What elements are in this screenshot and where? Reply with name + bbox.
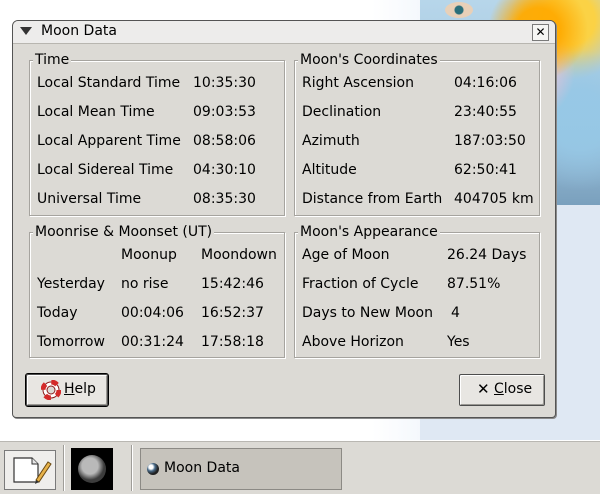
appearance-value: Yes bbox=[447, 334, 470, 350]
column-header-moondown: Moondown bbox=[201, 247, 277, 263]
notepad-pencil-icon bbox=[13, 457, 52, 484]
time-legend: Time bbox=[33, 52, 72, 68]
wallpaper-eye bbox=[445, 2, 473, 18]
help-button[interactable]: Help bbox=[25, 373, 109, 407]
window-title: Moon Data bbox=[41, 23, 117, 39]
coord-value: 04:16:06 bbox=[454, 75, 517, 91]
time-label: Local Sidereal Time bbox=[37, 162, 174, 178]
coord-label: Right Ascension bbox=[302, 75, 414, 91]
moondown-value: 16:52:37 bbox=[201, 305, 264, 321]
day-label: Yesterday bbox=[37, 276, 105, 292]
time-label: Local Mean Time bbox=[37, 104, 155, 120]
coordinates-legend: Moon's Coordinates bbox=[298, 52, 440, 68]
appearance-group: Moon's Appearance Age of Moon 26.24 Days… bbox=[294, 224, 540, 358]
x-icon: ✕ bbox=[477, 380, 490, 398]
time-value: 09:03:53 bbox=[193, 104, 256, 120]
moon-phase-icon bbox=[78, 455, 106, 483]
close-label-rest: lose bbox=[503, 381, 533, 397]
appearance-label: Days to New Moon bbox=[302, 305, 433, 321]
moonup-value: 00:31:24 bbox=[121, 334, 184, 350]
day-label: Today bbox=[37, 305, 78, 321]
appearance-value: 4 bbox=[451, 305, 460, 321]
coord-value: 187:03:50 bbox=[454, 133, 526, 149]
help-label-rest: elp bbox=[74, 381, 96, 397]
moondown-value: 15:42:46 bbox=[201, 276, 264, 292]
coordinates-group: Moon's Coordinates Right Ascension 04:16… bbox=[294, 52, 540, 216]
close-button[interactable]: ✕ Close bbox=[459, 374, 545, 406]
bottom-panel: Moon Data bbox=[0, 440, 600, 494]
appearance-value: 87.51% bbox=[447, 276, 501, 292]
help-mnemonic: H bbox=[64, 381, 75, 397]
appearance-value: 26.24 Days bbox=[447, 247, 527, 263]
coord-label: Declination bbox=[302, 104, 382, 120]
moonrise-group: Moonrise & Moonset (UT) Moonup Moondown … bbox=[29, 224, 285, 358]
day-label: Tomorrow bbox=[37, 334, 105, 350]
window-close-icon[interactable]: ✕ bbox=[532, 24, 549, 41]
appearance-label: Above Horizon bbox=[302, 334, 404, 350]
moonrise-legend: Moonrise & Moonset (UT) bbox=[33, 224, 215, 240]
coord-label: Altitude bbox=[302, 162, 357, 178]
column-header-moonup: Moonup bbox=[121, 247, 177, 263]
moon-task-icon bbox=[147, 463, 159, 475]
taskbar-item-label: Moon Data bbox=[164, 460, 240, 476]
appearance-legend: Moon's Appearance bbox=[298, 224, 440, 240]
moondown-value: 17:58:18 bbox=[201, 334, 264, 350]
help-label: Help bbox=[64, 381, 96, 397]
moon-data-window: Moon Data ✕ Time Local Standard Time 10:… bbox=[12, 20, 556, 418]
time-value: 08:35:30 bbox=[193, 191, 256, 207]
coord-value: 404705 km bbox=[454, 191, 534, 207]
appearance-label: Age of Moon bbox=[302, 247, 390, 263]
time-value: 04:30:10 bbox=[193, 162, 256, 178]
panel-separator bbox=[131, 445, 132, 491]
lifebuoy-icon bbox=[41, 380, 61, 400]
time-label: Local Standard Time bbox=[37, 75, 181, 91]
close-mnemonic: C bbox=[494, 381, 504, 397]
moon-phase-applet[interactable] bbox=[71, 448, 113, 490]
moonup-value: 00:04:06 bbox=[121, 305, 184, 321]
appearance-label: Fraction of Cycle bbox=[302, 276, 419, 292]
text-editor-launcher[interactable] bbox=[4, 450, 56, 490]
coord-value: 62:50:41 bbox=[454, 162, 517, 178]
window-titlebar[interactable]: Moon Data ✕ bbox=[13, 21, 555, 44]
time-value: 08:58:06 bbox=[193, 133, 256, 149]
time-label: Universal Time bbox=[37, 191, 142, 207]
moonup-value: no rise bbox=[121, 276, 169, 292]
coord-value: 23:40:55 bbox=[454, 104, 517, 120]
coord-label: Distance from Earth bbox=[302, 191, 443, 207]
panel-separator bbox=[63, 445, 64, 491]
window-menu-icon[interactable] bbox=[20, 27, 32, 35]
coord-label: Azimuth bbox=[302, 133, 360, 149]
taskbar-item-moon-data[interactable]: Moon Data bbox=[140, 448, 342, 490]
time-value: 10:35:30 bbox=[193, 75, 256, 91]
close-label: Close bbox=[494, 381, 532, 397]
time-label: Local Apparent Time bbox=[37, 133, 181, 149]
time-group: Time Local Standard Time 10:35:30 Local … bbox=[29, 52, 285, 216]
